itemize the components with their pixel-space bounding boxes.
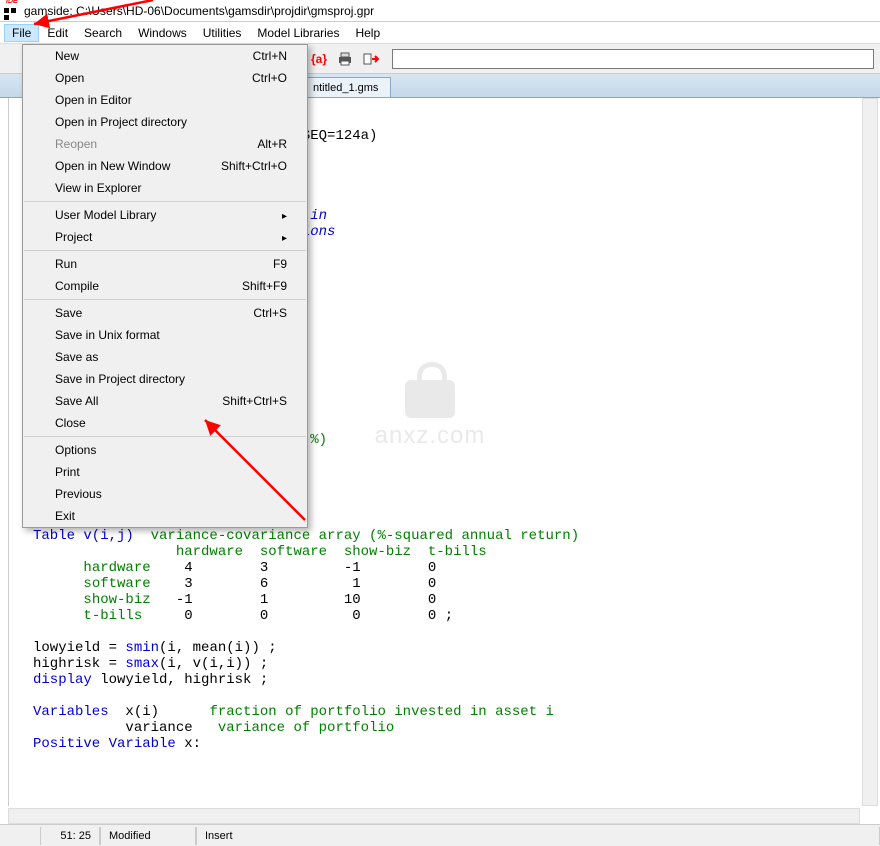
menu-file[interactable]: File xyxy=(4,24,39,42)
braces-icon[interactable]: {a} xyxy=(308,48,330,70)
menu-item-view-in-explorer[interactable]: View in Explorer xyxy=(23,177,307,199)
menu-item-open[interactable]: OpenCtrl+O xyxy=(23,67,307,89)
menu-model-libraries[interactable]: Model Libraries xyxy=(249,24,347,42)
insert-mode: Insert xyxy=(196,827,880,845)
menu-search[interactable]: Search xyxy=(76,24,130,42)
menu-item-user-model-library[interactable]: User Model Library xyxy=(23,204,307,226)
run-icon[interactable] xyxy=(360,48,382,70)
window-title: gamside: C:\Users\HD-06\Documents\gamsdi… xyxy=(24,4,374,18)
menu-item-save-as[interactable]: Save as xyxy=(23,346,307,368)
titlebar: gamside: C:\Users\HD-06\Documents\gamsdi… xyxy=(0,0,880,22)
statusbar: 51: 25 Modified Insert xyxy=(0,824,880,846)
print-icon[interactable] xyxy=(334,48,356,70)
menu-item-new[interactable]: NewCtrl+N xyxy=(23,45,307,67)
menu-item-save-in-unix-format[interactable]: Save in Unix format xyxy=(23,324,307,346)
horizontal-scrollbar[interactable] xyxy=(8,808,860,824)
menu-item-project[interactable]: Project xyxy=(23,226,307,248)
menu-help[interactable]: Help xyxy=(347,24,388,42)
menu-item-open-in-project-directory[interactable]: Open in Project directory xyxy=(23,111,307,133)
menu-utilities[interactable]: Utilities xyxy=(195,24,250,42)
menu-item-save-in-project-directory[interactable]: Save in Project directory xyxy=(23,368,307,390)
menu-item-options[interactable]: Options xyxy=(23,439,307,461)
menu-windows[interactable]: Windows xyxy=(130,24,195,42)
menu-edit[interactable]: Edit xyxy=(39,24,76,42)
cursor-position: 51: 25 xyxy=(40,827,100,845)
vertical-scrollbar[interactable] xyxy=(862,98,878,806)
menu-item-save[interactable]: SaveCtrl+S xyxy=(23,302,307,324)
app-icon xyxy=(4,4,20,18)
menubar: FileEditSearchWindowsUtilitiesModel Libr… xyxy=(0,22,880,44)
menu-item-run[interactable]: RunF9 xyxy=(23,253,307,275)
command-input[interactable] xyxy=(392,49,874,69)
file-menu-dropdown: NewCtrl+NOpenCtrl+OOpen in EditorOpen in… xyxy=(22,44,308,528)
menu-item-previous[interactable]: Previous xyxy=(23,483,307,505)
menu-item-exit[interactable]: Exit xyxy=(23,505,307,527)
menu-item-open-in-new-window[interactable]: Open in New WindowShift+Ctrl+O xyxy=(23,155,307,177)
menu-item-compile[interactable]: CompileShift+F9 xyxy=(23,275,307,297)
menu-item-print[interactable]: Print xyxy=(23,461,307,483)
menu-item-reopen: ReopenAlt+R xyxy=(23,133,307,155)
modified-status: Modified xyxy=(100,827,196,845)
menu-item-open-in-editor[interactable]: Open in Editor xyxy=(23,89,307,111)
file-tab[interactable]: ntitled_1.gms xyxy=(300,77,391,97)
menu-item-close[interactable]: Close xyxy=(23,412,307,434)
menu-item-save-all[interactable]: Save AllShift+Ctrl+S xyxy=(23,390,307,412)
